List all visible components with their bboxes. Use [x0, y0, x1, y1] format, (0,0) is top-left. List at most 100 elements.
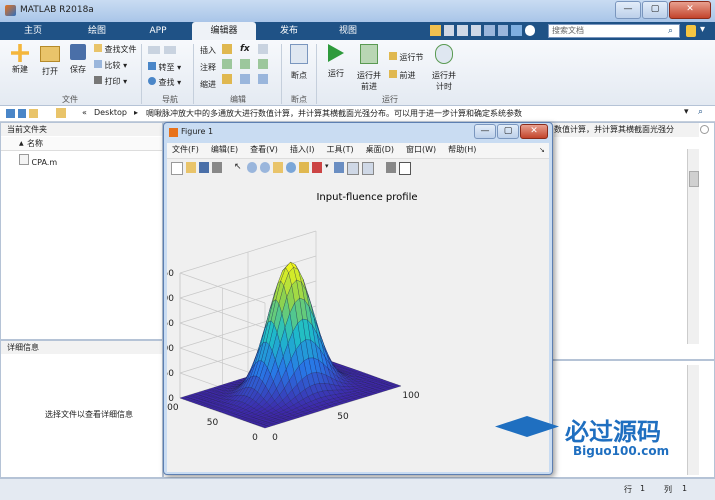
ribbon-expand-icon[interactable]: ▾ — [700, 24, 705, 35]
compare-button[interactable]: 比较 ▾ — [94, 60, 146, 71]
notification-bell-icon[interactable] — [686, 25, 696, 37]
compare-label: 比较 — [104, 61, 121, 70]
print-button[interactable]: 打印 ▾ — [94, 76, 146, 87]
rotate-3d-icon[interactable] — [286, 162, 296, 173]
list-item[interactable]: CPA.m — [19, 154, 57, 167]
menu-help[interactable]: 帮助(H) — [442, 143, 482, 158]
maximize-button[interactable]: ▢ — [642, 1, 668, 19]
comment-button[interactable]: 注释 — [200, 62, 216, 73]
breakpoint-icon — [290, 44, 308, 64]
uncomment-icon[interactable] — [240, 59, 250, 69]
forward-icon[interactable] — [17, 109, 27, 118]
open-button[interactable]: 打开 — [36, 44, 64, 77]
find-files-button[interactable]: 查找文件 — [94, 44, 146, 55]
run-and-advance-button[interactable]: 运行并 前进 — [353, 44, 385, 92]
hide-plot-tools-icon[interactable] — [386, 162, 396, 173]
advance-button[interactable]: 前进 — [389, 70, 416, 81]
cut-icon[interactable] — [443, 25, 454, 36]
menu-tools[interactable]: 工具(T) — [320, 143, 359, 158]
tab-apps[interactable]: APP — [134, 22, 182, 40]
editor-tab-title[interactable]: 数值计算，并计算其横截面光强分 — [554, 123, 699, 137]
new-button[interactable]: 新建 — [6, 44, 34, 75]
colorbar-icon[interactable] — [347, 162, 359, 175]
tab-view[interactable]: 视图 — [322, 22, 374, 40]
menu-edit[interactable]: 编辑(E) — [205, 143, 244, 158]
row-label: 行 — [624, 485, 632, 494]
goto-button[interactable]: 转至 ▾ — [148, 62, 192, 73]
redo-icon[interactable] — [497, 25, 508, 36]
minimize-button[interactable]: — — [615, 1, 641, 19]
new-figure-icon[interactable] — [171, 162, 183, 175]
back-forward-buttons — [148, 46, 188, 56]
back-arrow-icon[interactable] — [148, 46, 160, 54]
copy-icon[interactable] — [457, 25, 468, 36]
menu-desktop[interactable]: 桌面(D) — [360, 143, 400, 158]
zoom-in-icon[interactable] — [247, 162, 257, 173]
path-dropdown-icon[interactable]: ▾ — [684, 107, 689, 117]
figure-icon — [169, 128, 178, 137]
undo-icon[interactable] — [484, 25, 495, 36]
editor-vertical-scrollbar[interactable] — [687, 149, 699, 344]
insert-menu-icon[interactable] — [258, 44, 268, 54]
paste-icon[interactable] — [470, 25, 481, 36]
col-name-header[interactable]: 名称 — [27, 137, 43, 151]
forward-arrow-icon[interactable] — [164, 46, 176, 54]
menu-window[interactable]: 窗口(W) — [400, 143, 442, 158]
close-button[interactable]: ✕ — [669, 1, 711, 19]
tab-plots[interactable]: 绘图 — [70, 22, 124, 40]
legend-icon[interactable] — [362, 162, 374, 175]
search-folder-icon[interactable]: ⌕ — [698, 107, 703, 117]
increase-indent-icon[interactable] — [240, 74, 250, 84]
brush-dropdown-icon[interactable]: ▾ — [325, 162, 331, 173]
insert-section-icon[interactable] — [222, 44, 232, 54]
save-figure-icon[interactable] — [199, 162, 209, 173]
tab-publish[interactable]: 发布 — [263, 22, 315, 40]
help-icon[interactable] — [524, 25, 535, 36]
menu-arrow-icon[interactable]: ↘ — [539, 146, 545, 154]
back-icon[interactable] — [6, 109, 15, 118]
run-and-time-button[interactable]: 运行并 计时 — [428, 44, 460, 92]
indent-button[interactable]: 缩进 — [200, 79, 216, 90]
menu-insert[interactable]: 插入(I) — [284, 143, 321, 158]
pan-hand-icon[interactable] — [273, 162, 283, 173]
breakpoints-button[interactable]: 断点 — [286, 44, 312, 81]
search-icon[interactable]: ⌕ — [668, 26, 673, 36]
wrap-comments-icon[interactable] — [258, 59, 268, 69]
browse-folder-icon[interactable] — [56, 108, 66, 118]
path-segment-project[interactable]: 啁啾脉冲放大中的多通放大进行数值计算，并计算其横截面光强分布。可以用于进一步计算… — [146, 108, 676, 119]
tab-editor[interactable]: 编辑器 — [192, 22, 256, 40]
run-section-button[interactable]: 运行节 — [389, 52, 424, 63]
search-documentation-input[interactable]: 搜索文档 — [548, 24, 680, 38]
surface-plot[interactable]: Input-fluence profile 0 50 100 150 200 250 0 50… — [167, 179, 549, 472]
menu-file[interactable]: 文件(F) — [167, 143, 205, 158]
decrease-indent-icon[interactable] — [258, 74, 268, 84]
insert-button[interactable]: 插入 — [200, 45, 216, 56]
figure-close-button[interactable]: ✕ — [520, 124, 548, 139]
smart-indent-icon[interactable] — [222, 74, 232, 84]
panel-options-icon[interactable] — [700, 125, 709, 134]
link-plot-icon[interactable] — [334, 162, 344, 173]
plus-icon — [11, 44, 29, 62]
find-button[interactable]: 查找 ▾ — [148, 77, 192, 88]
show-plot-tools-icon[interactable] — [399, 162, 411, 175]
run-button[interactable]: 运行 — [322, 44, 350, 79]
tab-home[interactable]: 主页 — [8, 22, 58, 40]
menu-view[interactable]: 查看(V) — [244, 143, 284, 158]
path-segment-desktop[interactable]: Desktop — [94, 108, 127, 117]
data-cursor-icon[interactable] — [299, 162, 309, 173]
brush-icon[interactable] — [312, 162, 322, 173]
save-button[interactable]: 保存 — [64, 44, 92, 75]
scrollbar-thumb[interactable] — [688, 171, 699, 187]
figure-minimize-button[interactable]: — — [474, 124, 496, 139]
fx-icon[interactable]: fx — [240, 44, 252, 54]
edit-icon-grid: fx — [222, 44, 278, 84]
comment-icon[interactable] — [222, 59, 232, 69]
save-quick-icon[interactable] — [430, 25, 441, 36]
pointer-icon[interactable]: ↖ — [234, 162, 244, 173]
open-file-icon[interactable] — [186, 162, 196, 173]
print-figure-icon[interactable] — [212, 162, 222, 173]
zoom-out-icon[interactable] — [260, 162, 270, 173]
up-folder-icon[interactable] — [29, 109, 39, 118]
figure-maximize-button[interactable]: ▢ — [497, 124, 519, 139]
switch-window-icon[interactable] — [511, 25, 522, 36]
